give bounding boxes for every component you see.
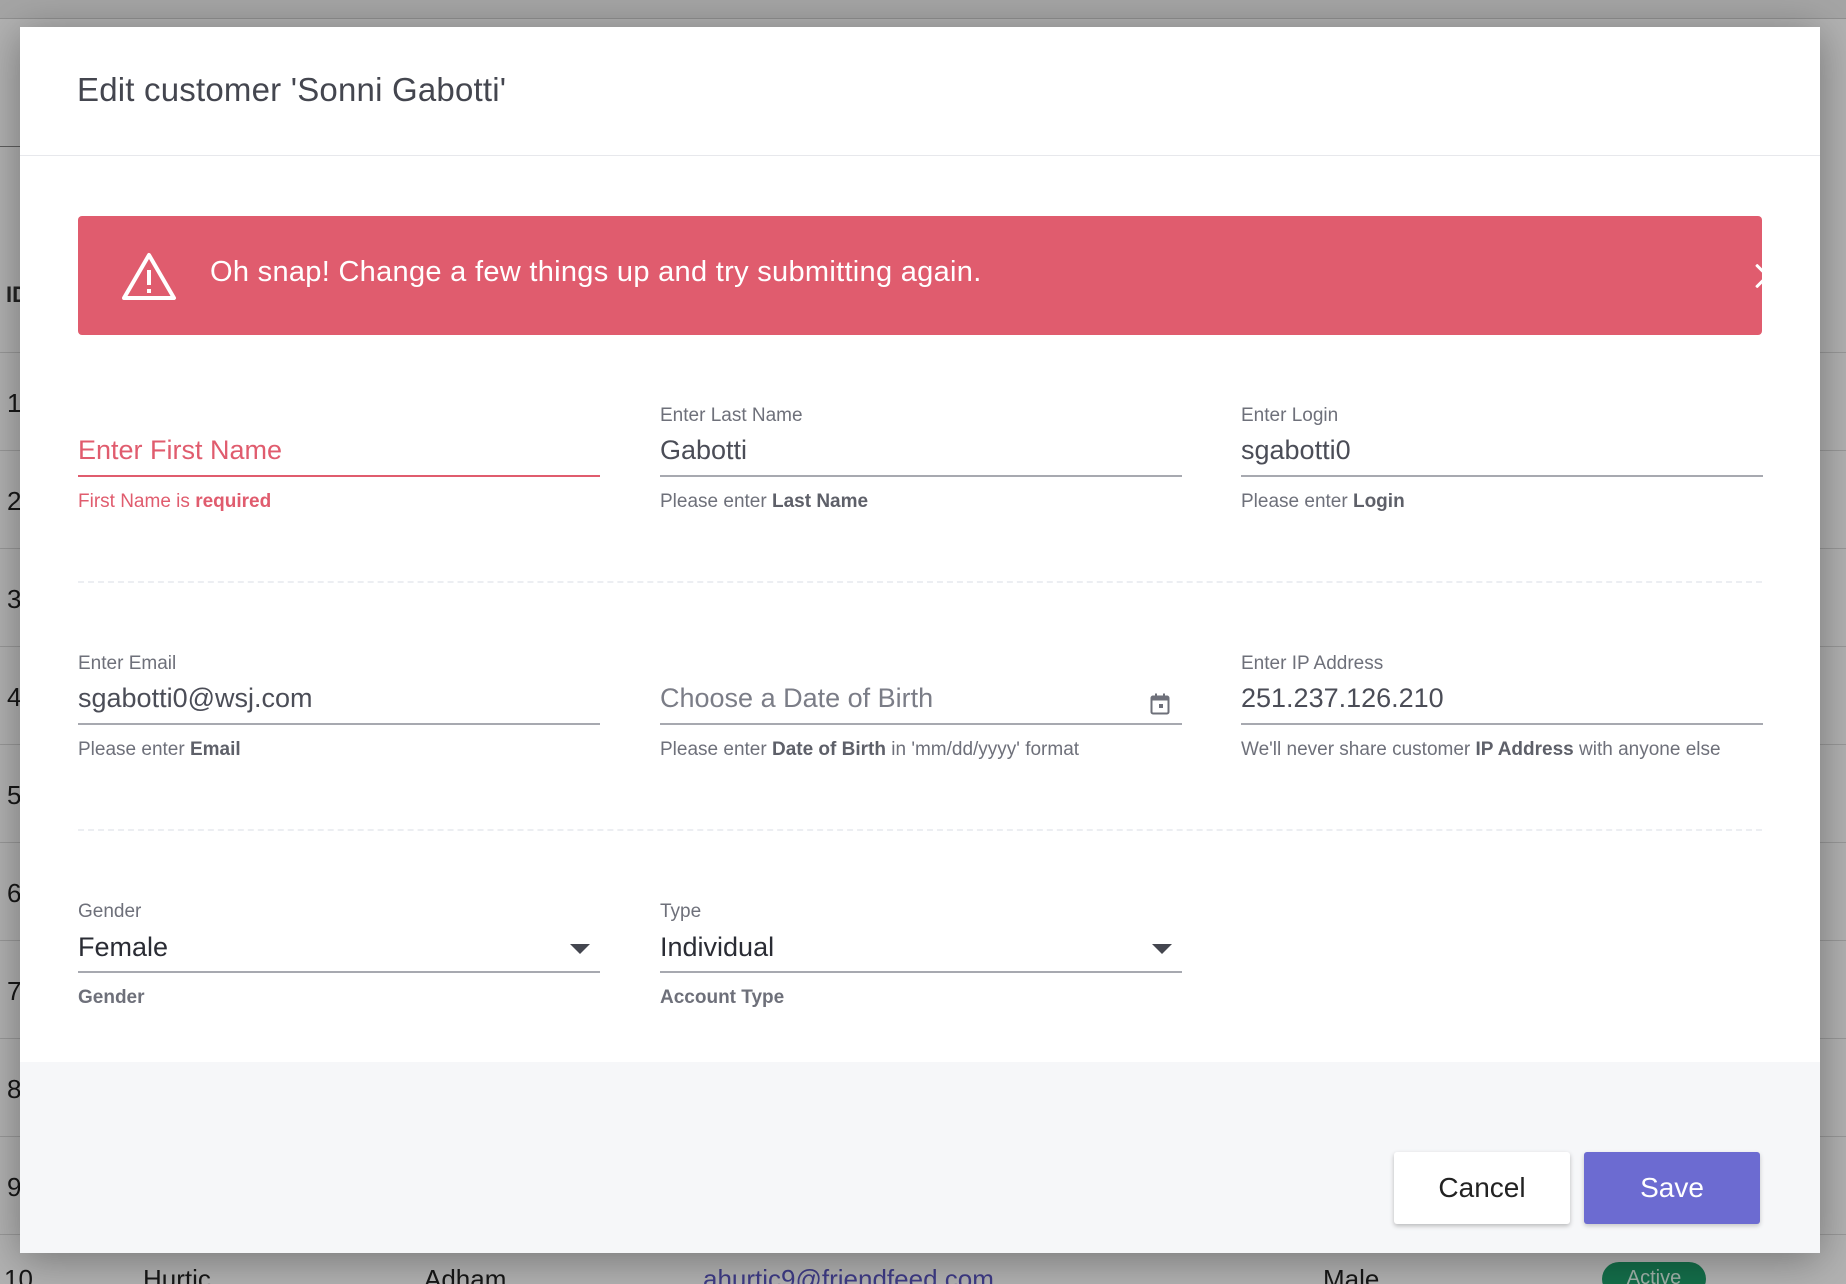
- gender-select[interactable]: Female: [78, 921, 600, 973]
- email-label: Enter Email: [78, 653, 177, 674]
- modal-title: Edit customer 'Sonni Gabotti': [77, 71, 507, 108]
- help-strong: Last Name: [771, 491, 869, 512]
- help-text: Please enter: [78, 739, 190, 760]
- help-text: First Name is: [78, 491, 196, 512]
- help-strong: Login: [1352, 491, 1405, 512]
- last-name-help: Please enter Last Name: [660, 491, 868, 513]
- login-help: Please enter Login: [1241, 491, 1405, 513]
- error-alert: Oh snap! Change a few things up and try …: [78, 216, 1762, 335]
- alert-message: Oh snap! Change a few things up and try …: [210, 256, 982, 288]
- first-name-help: First Name is required: [78, 491, 271, 513]
- ip-address-input[interactable]: [1241, 673, 1763, 725]
- email-help: Please enter Email: [78, 739, 241, 761]
- chevron-down-icon: [1152, 944, 1172, 954]
- gender-value: Female: [78, 932, 169, 962]
- chevron-down-icon: [570, 944, 590, 954]
- help-strong: required: [195, 491, 272, 512]
- help-text: Please enter: [660, 491, 772, 512]
- ip-address-label: Enter IP Address: [1241, 653, 1384, 674]
- login-input[interactable]: [1241, 425, 1763, 477]
- modal-footer: Cancel Save: [20, 1062, 1820, 1253]
- email-input[interactable]: [78, 673, 600, 725]
- warning-triangle-icon: [122, 253, 176, 300]
- cancel-button[interactable]: Cancel: [1394, 1152, 1570, 1224]
- help-text: We'll never share customer: [1241, 739, 1476, 760]
- date-of-birth-input[interactable]: [660, 673, 1182, 725]
- help-strong: IP Address: [1475, 739, 1574, 760]
- edit-customer-modal: Edit customer 'Sonni Gabotti' Oh snap! C…: [20, 27, 1820, 1253]
- login-label: Enter Login: [1241, 405, 1339, 426]
- help-text: in 'mm/dd/yyyy' format: [885, 739, 1080, 760]
- help-text: Please enter: [660, 739, 772, 760]
- last-name-label: Enter Last Name: [660, 405, 803, 426]
- save-button[interactable]: Save: [1584, 1152, 1760, 1224]
- type-label: Type: [660, 901, 702, 922]
- close-icon[interactable]: [1754, 263, 1780, 289]
- date-of-birth-help: Please enter Date of Birth in 'mm/dd/yyy…: [660, 739, 1079, 761]
- section-divider: [78, 829, 1762, 831]
- modal-header: Edit customer 'Sonni Gabotti': [20, 27, 1820, 156]
- type-select[interactable]: Individual: [660, 921, 1182, 973]
- first-name-input[interactable]: [78, 425, 600, 477]
- help-text: with anyone else: [1573, 739, 1721, 760]
- help-strong: Date of Birth: [771, 739, 886, 760]
- help-text: Please enter: [1241, 491, 1353, 512]
- gender-help: Gender: [78, 987, 145, 1008]
- calendar-icon[interactable]: [1150, 693, 1170, 715]
- last-name-input[interactable]: [660, 425, 1182, 477]
- type-help: Account Type: [660, 987, 785, 1008]
- help-strong: Email: [189, 739, 241, 760]
- section-divider: [78, 581, 1762, 583]
- gender-label: Gender: [78, 901, 142, 922]
- ip-address-help: We'll never share customer IP Address wi…: [1241, 739, 1721, 761]
- type-value: Individual: [660, 932, 775, 962]
